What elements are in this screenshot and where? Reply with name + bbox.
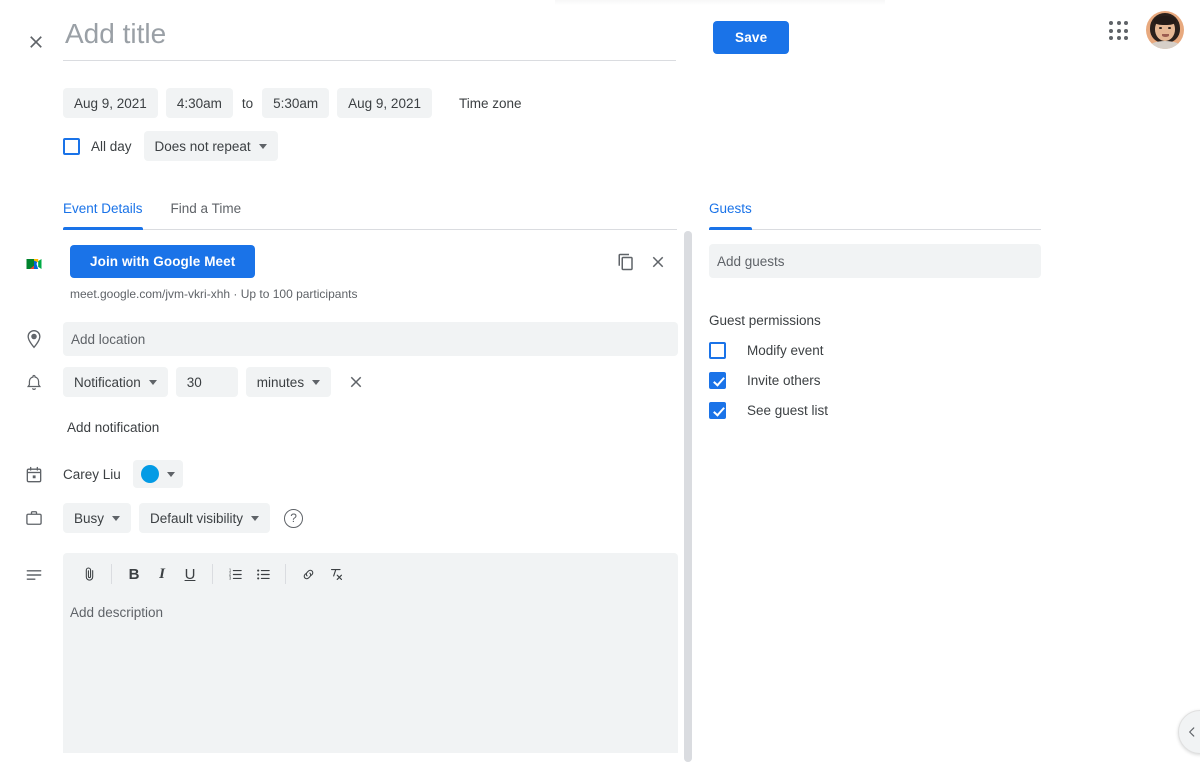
calendar-icon — [22, 463, 46, 487]
calendar-owner-name: Carey Liu — [63, 466, 121, 482]
remove-notification-button[interactable] — [343, 369, 369, 395]
add-guests-input[interactable] — [709, 244, 1041, 278]
event-color-dropdown[interactable] — [132, 460, 183, 488]
visibility-dropdown[interactable]: Default visibility — [139, 503, 271, 533]
numbered-list-icon[interactable]: 1 2 3 — [221, 560, 249, 588]
bold-glyph: B — [128, 565, 140, 583]
modify-event-checkbox[interactable] — [709, 342, 726, 359]
location-pin-icon — [22, 327, 46, 351]
chevron-down-icon — [112, 515, 121, 521]
repeat-dropdown[interactable]: Does not repeat — [143, 131, 278, 161]
toolbar-divider — [111, 564, 112, 584]
invite-others-checkbox[interactable] — [709, 372, 726, 389]
link-icon[interactable] — [294, 560, 322, 588]
all-day-checkbox[interactable] — [63, 137, 80, 155]
availability-row: Busy Default visibility ? — [63, 503, 304, 533]
bell-icon — [22, 371, 46, 395]
busy-label: Busy — [74, 510, 105, 526]
modify-event-label: Modify event — [747, 343, 824, 358]
left-tab-bar: Event Details Find a Time — [63, 198, 677, 230]
title-field-wrapper — [63, 18, 676, 61]
svg-text:3: 3 — [228, 575, 231, 580]
notification-type-label: Notification — [74, 374, 141, 390]
calendar-owner-row: Carey Liu — [63, 460, 183, 488]
remove-formatting-icon[interactable] — [322, 560, 350, 588]
description-box[interactable]: B I U 1 2 3 Add description — [63, 553, 678, 753]
collapse-panel-button[interactable] — [1178, 710, 1200, 754]
chevron-down-icon — [251, 515, 260, 521]
join-google-meet-button[interactable]: Join with Google Meet — [70, 245, 256, 278]
attach-icon[interactable] — [75, 560, 103, 588]
end-date-chip[interactable]: Aug 9, 2021 — [337, 88, 432, 118]
bold-icon[interactable]: B — [120, 560, 148, 588]
bulleted-list-icon[interactable] — [249, 560, 277, 588]
add-notification-button[interactable]: Add notification — [63, 418, 163, 437]
start-time-chip[interactable]: 4:30am — [165, 88, 233, 118]
see-guest-list-label: See guest list — [747, 403, 829, 418]
right-tab-bar: Guests — [709, 198, 1041, 230]
busy-dropdown[interactable]: Busy — [63, 503, 132, 533]
underline-icon[interactable]: U — [176, 560, 204, 588]
scrollbar-thumb[interactable] — [684, 231, 692, 762]
visibility-label: Default visibility — [150, 510, 244, 526]
location-input[interactable] — [63, 322, 678, 356]
notification-type-dropdown[interactable]: Notification — [63, 367, 168, 397]
schedule-row: Aug 9, 2021 4:30am to 5:30am Aug 9, 2021… — [63, 88, 533, 118]
underline-glyph: U — [184, 565, 196, 583]
meet-link-details: meet.google.com/jvm-vkri-xhh · Up to 100… — [70, 287, 358, 301]
toolbar-divider — [212, 564, 213, 584]
notification-unit-label: minutes — [256, 374, 305, 390]
description-placeholder: Add description — [70, 605, 164, 620]
tab-event-details[interactable]: Event Details — [63, 198, 143, 230]
guest-permissions-title: Guest permissions — [709, 313, 821, 328]
all-day-row: All day Does not repeat — [63, 131, 278, 161]
chevron-down-icon — [166, 471, 175, 477]
italic-icon[interactable]: I — [148, 560, 176, 588]
start-date-chip[interactable]: Aug 9, 2021 — [63, 88, 158, 118]
event-title-input[interactable] — [63, 18, 676, 61]
chevron-down-icon — [258, 143, 267, 149]
permission-invite-others[interactable]: Invite others — [709, 372, 821, 389]
tab-guests[interactable]: Guests — [709, 198, 752, 230]
to-label: to — [241, 95, 254, 111]
remove-conferencing-button[interactable] — [645, 249, 671, 275]
tab-find-a-time[interactable]: Find a Time — [171, 198, 242, 229]
notification-row: Notification minutes — [63, 367, 369, 397]
top-bar: Save — [0, 0, 1200, 78]
content-scrollbar[interactable] — [684, 231, 692, 762]
close-icon — [652, 256, 664, 268]
chevron-down-icon — [312, 379, 321, 385]
save-button[interactable]: Save — [713, 21, 790, 54]
toolbar-divider — [285, 564, 286, 584]
event-editor-page: Save Aug 9, 2021 4:30am to 5:30am Aug 9,… — [0, 0, 1200, 762]
notification-amount-input[interactable] — [175, 367, 238, 397]
briefcase-icon — [22, 506, 46, 530]
chevron-down-icon — [148, 379, 157, 385]
event-color-swatch — [140, 465, 159, 483]
see-guest-list-checkbox[interactable] — [709, 402, 726, 419]
chevron-left-icon — [1189, 727, 1195, 737]
time-zone-button[interactable]: Time zone — [448, 88, 533, 118]
help-icon[interactable]: ? — [284, 508, 304, 528]
permission-see-guest-list[interactable]: See guest list — [709, 402, 828, 419]
close-editor-button[interactable] — [22, 28, 50, 56]
italic-glyph: I — [159, 565, 165, 582]
notification-unit-dropdown[interactable]: minutes — [245, 367, 332, 397]
invite-others-label: Invite others — [747, 373, 821, 388]
close-icon — [30, 36, 42, 48]
all-day-label: All day — [91, 138, 132, 154]
description-toolbar: B I U 1 2 3 — [63, 553, 678, 595]
google-meet-icon — [22, 252, 46, 276]
avatar[interactable] — [1146, 11, 1184, 49]
description-lines-icon — [22, 563, 46, 587]
copy-meet-link-button[interactable] — [613, 249, 639, 275]
close-icon — [350, 376, 362, 388]
apps-grid-icon[interactable] — [1106, 18, 1132, 44]
end-time-chip[interactable]: 5:30am — [262, 88, 330, 118]
repeat-label: Does not repeat — [154, 138, 251, 154]
permission-modify-event[interactable]: Modify event — [709, 342, 824, 359]
copy-icon — [618, 253, 633, 271]
